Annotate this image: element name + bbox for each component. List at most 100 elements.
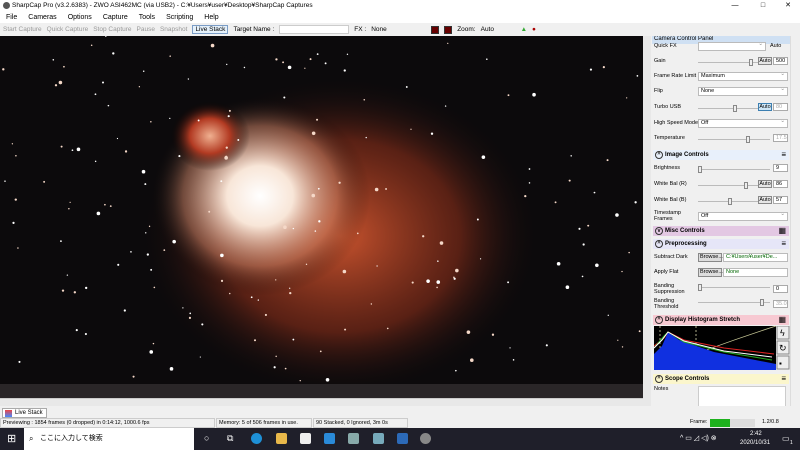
- white-bal-r-slider[interactable]: [698, 182, 758, 189]
- white-bal-r-auto-button[interactable]: Auto: [758, 180, 772, 188]
- notes-textarea[interactable]: [698, 386, 786, 406]
- histogram-icon[interactable]: ▲: [521, 26, 527, 33]
- white-bal-b-auto-button[interactable]: Auto: [758, 196, 772, 204]
- tab-label: Live Stack: [15, 410, 43, 416]
- frame-rate-limit-select[interactable]: Maximum: [698, 71, 788, 81]
- photos-icon[interactable]: [397, 433, 408, 444]
- menu-icon[interactable]: ▦: [778, 315, 786, 325]
- apply-flat-browse-button[interactable]: Browse...: [698, 268, 723, 277]
- viewer-vertical-scrollbar[interactable]: [643, 36, 651, 406]
- menu-file[interactable]: File: [6, 14, 17, 21]
- system-tray-icons[interactable]: ^ ▭ ◿ ◁) ⊗: [680, 434, 717, 442]
- banding-suppression-value[interactable]: 0: [773, 285, 788, 293]
- star: [615, 213, 619, 217]
- brightness-value[interactable]: 9: [773, 164, 788, 172]
- misc-controls-header[interactable]: v Misc Controls ▦: [653, 226, 789, 236]
- gain-auto-button[interactable]: Auto: [758, 57, 772, 65]
- collapse-icon[interactable]: ^: [655, 375, 663, 383]
- edge-icon[interactable]: [251, 433, 262, 444]
- subtract-dark-select[interactable]: C:¥Users¥user¥De...: [723, 253, 788, 262]
- white-bal-b-value[interactable]: 57: [773, 196, 788, 204]
- menu-scripting[interactable]: Scripting: [166, 14, 193, 21]
- start-capture-button[interactable]: Start Capture: [3, 26, 42, 33]
- quick-fx-select[interactable]: [698, 41, 766, 51]
- taskbar-search-input[interactable]: ⌕ ここに入力して検索: [24, 428, 194, 450]
- turbo-usb-slider[interactable]: [698, 105, 758, 112]
- menu-icon[interactable]: ≡: [781, 150, 786, 160]
- task-view-icon[interactable]: ⧉: [227, 433, 233, 444]
- panel-scrollbar[interactable]: [790, 36, 800, 406]
- menu-capture[interactable]: Capture: [103, 14, 128, 21]
- image-controls-header[interactable]: ^ Image Controls ≡: [653, 150, 789, 160]
- gain-value[interactable]: 500: [773, 57, 788, 65]
- scope-controls-header[interactable]: ^ Scope Controls ≡: [653, 374, 789, 384]
- brightness-slider[interactable]: [698, 166, 770, 173]
- slider-knob[interactable]: [698, 166, 702, 173]
- pause-button[interactable]: Pause: [137, 26, 155, 33]
- close-button[interactable]: ✕: [775, 0, 800, 11]
- camera-image-viewer[interactable]: [0, 36, 643, 398]
- turbo-usb-auto-button[interactable]: Auto: [758, 103, 772, 111]
- collapse-icon[interactable]: ^: [655, 151, 663, 159]
- menu-help[interactable]: Help: [204, 14, 218, 21]
- windows-start-icon[interactable]: ⊞: [7, 432, 16, 445]
- slider-knob[interactable]: [733, 105, 737, 112]
- clock-date[interactable]: 2020/10/31: [740, 440, 770, 446]
- white-bal-b-slider[interactable]: [698, 198, 758, 205]
- slider-knob[interactable]: [698, 284, 702, 291]
- slider-knob[interactable]: [749, 59, 753, 66]
- menu-tools[interactable]: Tools: [139, 14, 155, 21]
- expand-icon[interactable]: v: [655, 227, 663, 235]
- menu-icon[interactable]: ≡: [781, 239, 786, 249]
- timestamp-frames-select[interactable]: Off: [698, 211, 788, 221]
- cortana-icon[interactable]: ○: [204, 433, 209, 443]
- maximize-button[interactable]: □: [750, 0, 776, 11]
- flip-select[interactable]: None: [698, 86, 788, 96]
- mail-icon[interactable]: [324, 433, 335, 444]
- stack-status: 90 Stacked, 0 Ignored, 3m 0s: [313, 418, 408, 428]
- zoom-icon[interactable]: ●: [532, 26, 536, 33]
- high-speed-mode-select[interactable]: Off: [698, 118, 788, 128]
- slider-knob[interactable]: [728, 198, 732, 205]
- stop-capture-button[interactable]: Stop Capture: [93, 26, 131, 33]
- banding-suppression-slider[interactable]: [698, 284, 770, 291]
- menu-cameras[interactable]: Cameras: [28, 14, 56, 21]
- sharpcap-taskbar-icon[interactable]: [420, 433, 431, 444]
- fx-select[interactable]: None: [371, 26, 426, 33]
- star: [11, 143, 14, 145]
- collapse-icon[interactable]: ^: [655, 316, 663, 324]
- minimize-button[interactable]: —: [722, 0, 748, 11]
- color-swatch-icon[interactable]: [444, 25, 453, 34]
- star: [346, 53, 349, 55]
- file-explorer-icon[interactable]: [276, 433, 287, 444]
- white-bal-r-value[interactable]: 86: [773, 180, 788, 188]
- notification-icon[interactable]: ▭: [782, 434, 790, 443]
- collapse-icon[interactable]: ^: [655, 240, 663, 248]
- tab-live-stack[interactable]: Live Stack: [2, 408, 47, 418]
- clock-time[interactable]: 2:42: [750, 431, 762, 437]
- quick-fx-auto-checkbox[interactable]: Auto: [770, 43, 781, 49]
- horizontal-scrollbar[interactable]: [0, 398, 643, 406]
- live-stack-button[interactable]: Live Stack: [192, 25, 229, 34]
- app-icon[interactable]: [373, 433, 384, 444]
- apply-flat-select[interactable]: None: [723, 268, 788, 277]
- turbo-usb-value[interactable]: 80: [773, 103, 788, 111]
- menu-options[interactable]: Options: [68, 14, 92, 21]
- zoom-select[interactable]: Auto: [481, 26, 516, 33]
- preprocessing-header[interactable]: ^ Preprocessing ≡: [653, 239, 789, 249]
- target-name-input[interactable]: [279, 25, 350, 34]
- quick-capture-button[interactable]: Quick Capture: [47, 26, 89, 33]
- subtract-dark-browse-button[interactable]: Browse...: [698, 253, 723, 262]
- gain-slider[interactable]: [698, 59, 758, 66]
- histogram-header[interactable]: ^ Display Histogram Stretch ▦: [653, 315, 789, 325]
- app-icon[interactable]: [348, 433, 359, 444]
- histogram-chart[interactable]: ϟ ↻ ▪: [654, 326, 790, 370]
- color-swatch-icon[interactable]: [431, 25, 440, 34]
- star: [311, 193, 316, 198]
- menu-icon[interactable]: ▦: [778, 226, 786, 236]
- menu-icon[interactable]: ≡: [781, 374, 786, 384]
- store-icon[interactable]: [300, 433, 311, 444]
- slider-knob[interactable]: [744, 182, 748, 189]
- star: [455, 369, 457, 372]
- snapshot-button[interactable]: Snapshot: [160, 26, 187, 33]
